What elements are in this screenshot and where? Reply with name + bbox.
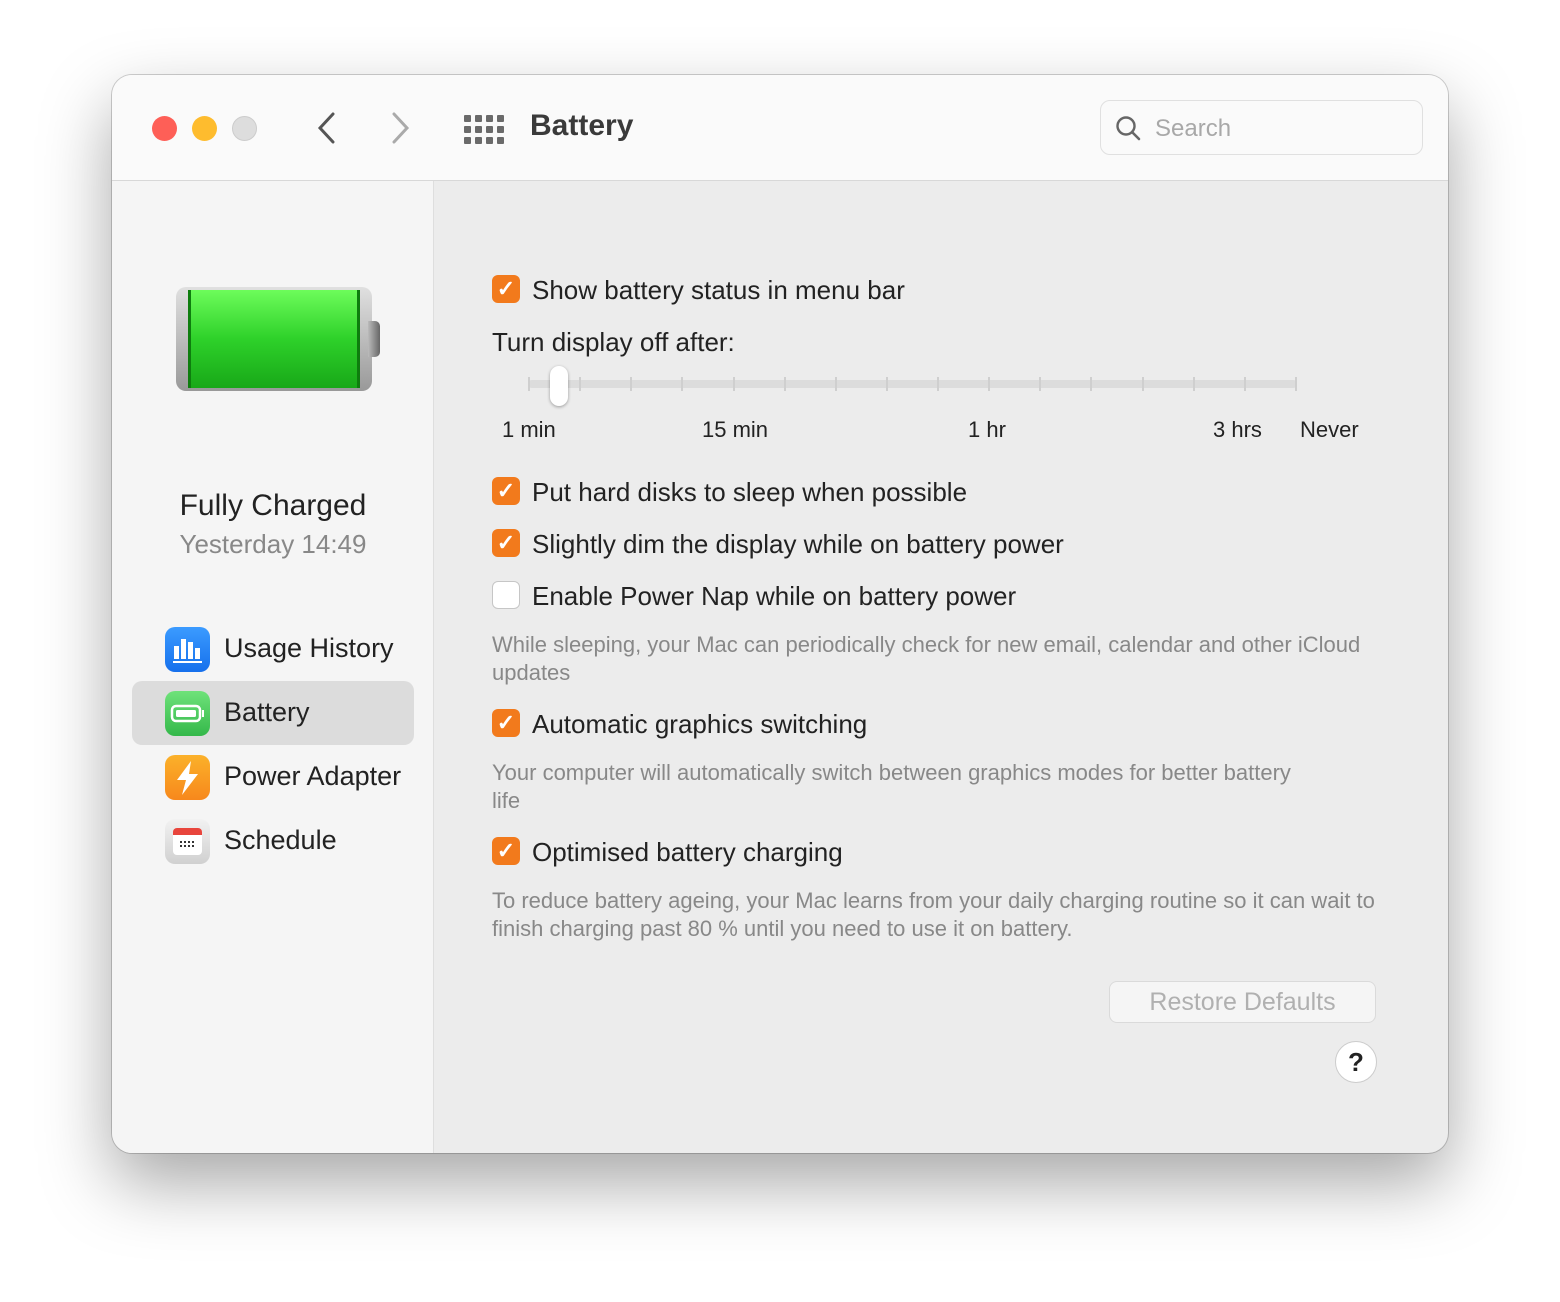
slider-label-3hrs: 3 hrs xyxy=(1213,417,1262,442)
dim-display-checkbox[interactable]: ✓ xyxy=(492,529,520,557)
show-status-label: Show battery status in menu bar xyxy=(532,275,905,305)
power-nap-label: Enable Power Nap while on battery power xyxy=(532,581,1017,611)
optimised-charging-description: To reduce battery ageing, your Mac learn… xyxy=(492,888,1375,941)
slider-tick xyxy=(1039,377,1042,391)
battery-nub xyxy=(368,321,380,357)
sidebar-item-label: Schedule xyxy=(224,825,337,855)
battery-status: Fully Charged xyxy=(179,489,367,522)
slider-tick xyxy=(834,377,837,391)
slider-tick xyxy=(937,377,940,391)
minimize-button[interactable] xyxy=(192,116,217,141)
display-off-slider[interactable] xyxy=(528,380,1297,388)
slider-tick xyxy=(732,377,735,391)
battery-level-icon xyxy=(176,287,372,391)
sidebar-item-battery[interactable]: Battery xyxy=(132,681,414,745)
titlebar: Battery Search xyxy=(112,75,1448,181)
search-icon xyxy=(1116,116,1141,141)
display-off-label: Turn display off after: xyxy=(492,327,735,357)
sidebar-item-schedule[interactable]: Schedule xyxy=(132,809,414,873)
graphics-switching-label: Automatic graphics switching xyxy=(532,709,868,739)
sidebar-item-label: Power Adapter xyxy=(224,761,402,791)
optimised-charging-checkbox[interactable]: ✓ xyxy=(492,837,520,865)
slider-tick xyxy=(579,377,582,391)
show-status-checkbox[interactable]: ✓ xyxy=(492,275,520,303)
bar-chart-icon xyxy=(165,627,210,672)
slider-tick xyxy=(988,377,991,391)
calendar-icon xyxy=(165,819,210,864)
forward-chevron-icon[interactable] xyxy=(390,111,412,145)
slider-tick xyxy=(1295,377,1297,391)
sidebar-item-usage-history[interactable]: Usage History xyxy=(132,617,414,681)
sidebar-item-power-adapter[interactable]: Power Adapter xyxy=(132,745,414,809)
hard-disks-checkbox[interactable]: ✓ xyxy=(492,477,520,505)
close-button[interactable] xyxy=(152,116,177,141)
sidebar: Fully Charged Yesterday 14:49 Usage Hist… xyxy=(112,181,434,1153)
power-nap-description: While sleeping, your Mac can periodicall… xyxy=(492,632,1361,685)
slider-label-1hr: 1 hr xyxy=(968,417,1006,442)
slider-thumb[interactable] xyxy=(549,366,568,406)
slider-tick xyxy=(885,377,888,391)
slider-tick xyxy=(681,377,684,391)
slider-tick xyxy=(1141,377,1144,391)
battery-icon xyxy=(165,691,210,736)
slider-tick xyxy=(528,377,530,391)
back-chevron-icon[interactable] xyxy=(315,111,337,145)
slider-label-1min: 1 min xyxy=(502,417,556,442)
battery-status-time: Yesterday 14:49 xyxy=(179,529,367,559)
slider-tick xyxy=(1090,377,1093,391)
lightning-icon xyxy=(165,755,210,800)
slider-tick xyxy=(1192,377,1195,391)
dim-display-label: Slightly dim the display while on batter… xyxy=(532,529,1064,559)
optimised-charging-label: Optimised battery charging xyxy=(532,837,843,867)
main-panel: ✓ Show battery status in menu bar Turn d… xyxy=(434,181,1448,1153)
zoom-button[interactable] xyxy=(232,116,257,141)
power-nap-checkbox[interactable] xyxy=(492,581,520,609)
restore-defaults-button[interactable]: Restore Defaults xyxy=(1109,981,1376,1023)
graphics-switching-checkbox[interactable]: ✓ xyxy=(492,709,520,737)
graphics-switching-description: Your computer will automatically switch … xyxy=(492,760,1291,813)
search-input[interactable]: Search xyxy=(1100,100,1423,155)
slider-tick xyxy=(630,377,633,391)
hard-disks-label: Put hard disks to sleep when possible xyxy=(532,477,968,507)
search-placeholder: Search xyxy=(1155,115,1232,142)
slider-label-never: Never xyxy=(1300,417,1359,442)
slider-tick xyxy=(1243,377,1246,391)
sidebar-item-label: Usage History xyxy=(224,633,394,663)
window-title: Battery xyxy=(530,109,634,142)
show-all-grid-icon[interactable] xyxy=(464,115,504,144)
slider-label-15min: 15 min xyxy=(702,417,769,442)
help-button[interactable]: ? xyxy=(1335,1041,1377,1083)
sidebar-item-label: Battery xyxy=(224,697,310,727)
slider-tick xyxy=(783,377,786,391)
window: Battery Search Fully Charged Yesterday 1… xyxy=(112,75,1448,1153)
